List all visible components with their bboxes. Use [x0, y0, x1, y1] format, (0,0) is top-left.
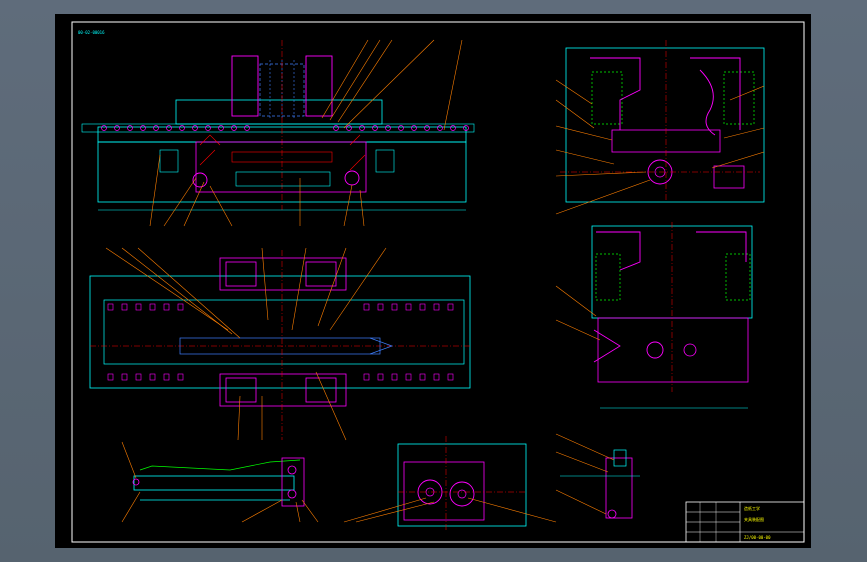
title-name-line1: 造纸工学: [744, 505, 760, 511]
plan-rivet-rows: [107, 303, 454, 381]
plan-view: [89, 247, 471, 441]
side-view: [555, 40, 765, 215]
side-section-view: [555, 222, 753, 409]
detail-shaft-view: [121, 441, 319, 523]
title-name-line2: 夹具装配图: [744, 516, 764, 522]
front-view: [81, 39, 475, 227]
title-drawing-number: ZJ/00-00-00: [744, 535, 771, 540]
front-rivet-row: [101, 125, 469, 131]
assembly-drawing: 00-02-00016 造纸工学 夹具装配图 ZJ/00-00-00: [71, 21, 805, 543]
drawing-code-tag: 00-02-00016: [78, 30, 105, 35]
section-view: [343, 436, 557, 530]
clamp-detail-view: [555, 433, 640, 519]
cad-viewport[interactable]: 00-02-00016 造纸工学 夹具装配图 ZJ/00-00-00: [0, 0, 867, 562]
title-block: 造纸工学 夹具装配图 ZJ/00-00-00: [685, 501, 805, 543]
drawing-sheet: 00-02-00016 造纸工学 夹具装配图 ZJ/00-00-00: [55, 14, 811, 548]
